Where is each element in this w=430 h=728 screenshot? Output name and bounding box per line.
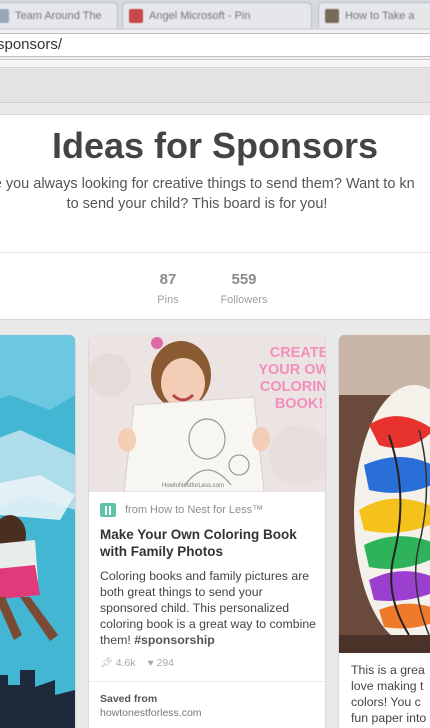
image-text-line: CREATE — [270, 345, 325, 361]
stat-label: Pins — [157, 294, 179, 306]
pin-description-line: This is a grea — [351, 663, 425, 677]
divider — [89, 681, 325, 682]
pin-title[interactable]: Make Your Own Coloring Book with Family … — [100, 526, 316, 560]
stat-number: 559 — [231, 271, 257, 288]
tab-favicon-icon — [0, 8, 9, 23]
bookmarks-bar — [0, 60, 430, 68]
tab-label: Team Around The — [15, 9, 102, 22]
tab-label: Angel Microsoft - Pin — [149, 9, 251, 22]
repin-count: 4.6k — [115, 657, 136, 669]
pin-image — [0, 335, 75, 728]
stat-label: Followers — [220, 294, 268, 306]
browser-tab-3[interactable]: How to Take a — [318, 2, 430, 28]
saved-from-link[interactable]: howtonestforless.com — [100, 707, 202, 719]
browser-tab-strip: Team Around The Angel Microsoft - Pin Ho… — [0, 0, 430, 30]
pin-repin-icon: 📌︎ — [100, 657, 113, 669]
source-logo-icon — [100, 503, 116, 517]
pins-count-stat[interactable]: 87 Pins — [150, 271, 186, 306]
pin-description: This is a grea love making t colors! You… — [351, 662, 430, 726]
followers-count-stat[interactable]: 559 Followers — [216, 271, 272, 306]
image-text-line: COLORING — [260, 379, 325, 395]
pin-description-line: love making t — [351, 679, 424, 693]
pin-source[interactable]: from How to Nest for Less™ — [100, 503, 263, 517]
image-text-line: BOOK! — [275, 396, 323, 412]
pin-image: CREATE YOUR OWN COLORING BOOK! HowtoNest… — [89, 335, 325, 492]
pin-card-right[interactable]: This is a grea love making t colors! You… — [339, 335, 430, 728]
pin-stats: 📌︎ 4.6k ♥ 294 — [100, 657, 174, 669]
pin-description-line: colors! You c — [351, 695, 421, 709]
stat-number: 87 — [159, 271, 177, 288]
board-title: Ideas for Sponsors — [51, 125, 379, 166]
like-count: 294 — [156, 657, 175, 669]
tab-favicon-icon — [129, 8, 143, 23]
browser-tab-1[interactable]: Team Around The — [0, 2, 118, 28]
browser-tab-2[interactable]: Angel Microsoft - Pin — [122, 2, 312, 28]
board-description-line: Are you always looking for creative thin… — [0, 176, 415, 192]
address-bar: sponsors/ — [0, 30, 430, 60]
pin-source-label: from How to Nest for Less™ — [125, 504, 264, 516]
pin-image — [339, 335, 430, 653]
pin-card[interactable]: CREATE YOUR OWN COLORING BOOK! HowtoNest… — [89, 335, 325, 728]
divider — [0, 252, 430, 253]
tab-label: How to Take a — [345, 9, 415, 22]
hashtag-link[interactable]: #sponsorship — [134, 633, 215, 647]
image-caption: HowtoNestforLess.com — [162, 483, 224, 489]
board-description: Are you always looking for creative thin… — [0, 174, 419, 214]
pin-card-left[interactable] — [0, 335, 75, 728]
pin-description-line: fun paper into — [351, 711, 427, 725]
saved-from-label: Saved from — [100, 693, 158, 705]
url-input[interactable]: sponsors/ — [0, 33, 430, 57]
tab-favicon-icon — [325, 8, 339, 23]
board-header: Ideas for Sponsors Are you always lookin… — [0, 114, 430, 320]
pin-description: Coloring books and family pictures are b… — [100, 568, 316, 648]
heart-icon: ♥ — [147, 657, 154, 669]
board-description-line: to send your child? This board is for yo… — [66, 196, 328, 212]
image-text-line: YOUR OWN — [258, 362, 325, 378]
site-header — [0, 69, 430, 103]
